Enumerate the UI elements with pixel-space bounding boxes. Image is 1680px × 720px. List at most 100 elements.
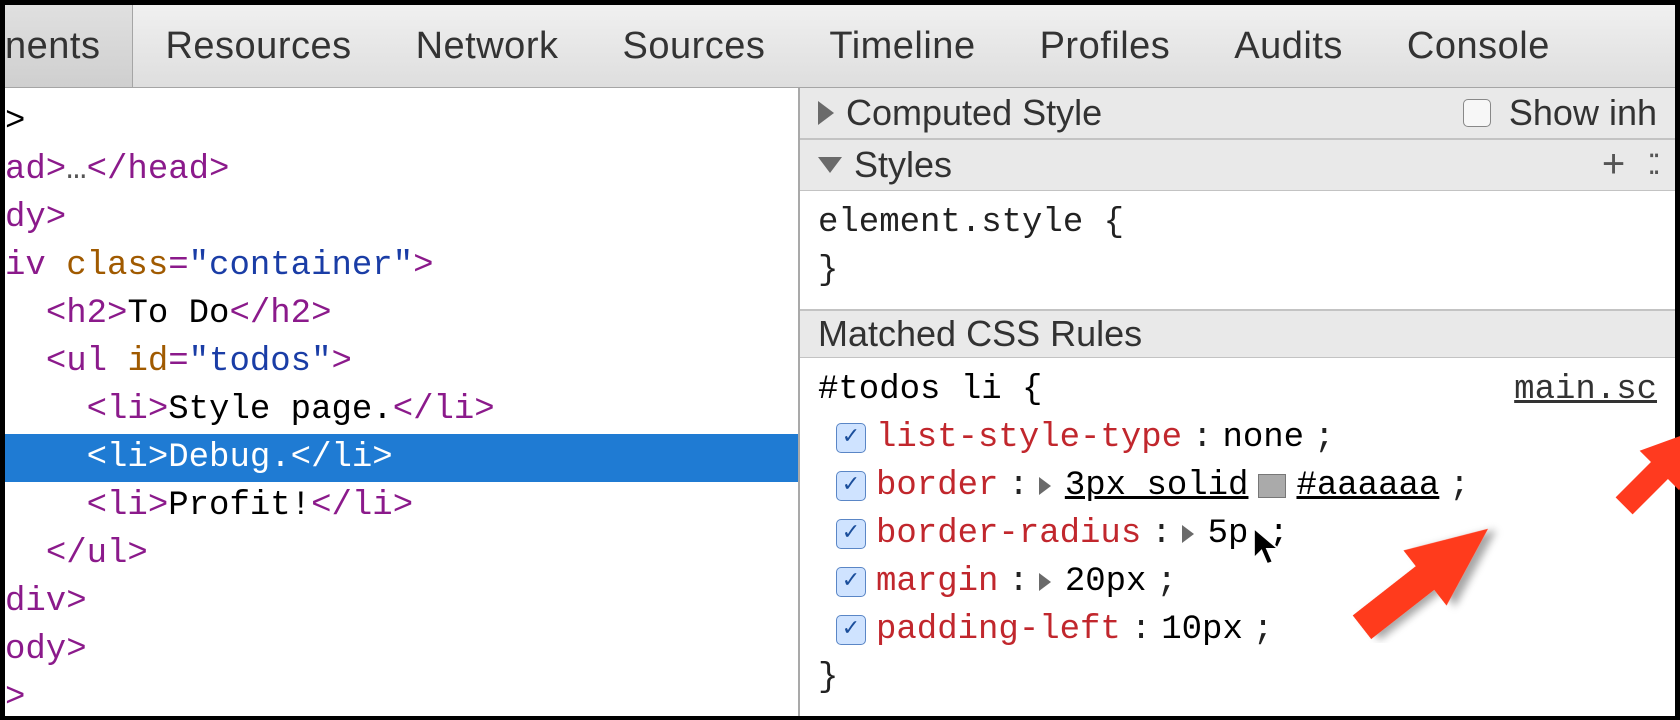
- tab-console[interactable]: Console: [1375, 5, 1582, 87]
- dom-attr-val: "todos": [189, 343, 332, 381]
- element-style-block[interactable]: element.style { }: [800, 191, 1675, 310]
- dom-tag: <h2>: [46, 295, 128, 333]
- tab-nents[interactable]: nents: [5, 5, 133, 87]
- expand-value-icon[interactable]: [1039, 573, 1051, 591]
- tab-resources[interactable]: Resources: [133, 5, 383, 87]
- dom-text: Profit!: [168, 487, 311, 525]
- dom-node[interactable]: div>: [5, 578, 798, 626]
- matched-rules-header: Matched CSS Rules: [800, 310, 1675, 358]
- dom-node[interactable]: iv class="container">: [5, 242, 798, 290]
- computed-style-section-header[interactable]: Computed Style Show inh: [800, 88, 1675, 139]
- dom-node[interactable]: <li>Style page.</li>: [5, 386, 798, 434]
- tab-timeline[interactable]: Timeline: [797, 5, 1007, 87]
- dom-tag: =: [168, 247, 188, 285]
- computed-style-title: Computed Style: [846, 92, 1102, 134]
- disclosure-right-icon[interactable]: [818, 101, 834, 125]
- dom-node[interactable]: <h2>To Do</h2>: [5, 290, 798, 338]
- add-style-button[interactable]: +: [1592, 142, 1635, 187]
- semicolon: ;: [1156, 558, 1176, 606]
- dom-tag: >: [5, 679, 25, 716]
- dom-tag: iv: [5, 247, 66, 285]
- dom-tag: </li>: [291, 439, 393, 477]
- show-inherited-label: Show inh: [1509, 92, 1657, 134]
- css-property-value[interactable]: 3px solid: [1065, 462, 1249, 510]
- rule-selector[interactable]: #todos li {: [818, 366, 1042, 414]
- css-property-name[interactable]: padding-left: [876, 606, 1121, 654]
- css-property-value[interactable]: 20px: [1065, 558, 1147, 606]
- css-property-value[interactable]: #aaaaaa: [1296, 462, 1439, 510]
- dom-tag: >: [331, 343, 351, 381]
- semicolon: ;: [1449, 462, 1469, 510]
- css-property-name[interactable]: list-style-type: [876, 414, 1182, 462]
- tab-sources[interactable]: Sources: [590, 5, 797, 87]
- css-declaration[interactable]: ✓padding-left: 10px;: [818, 606, 1657, 654]
- dom-tag: </li>: [393, 391, 495, 429]
- elements-dom-panel[interactable]: >ad>…</head>dy>iv class="container"> <h2…: [5, 88, 800, 716]
- dom-tag: <li>: [87, 391, 169, 429]
- dom-node[interactable]: >: [5, 98, 798, 146]
- dom-tag: <li>: [87, 487, 169, 525]
- styles-section-header[interactable]: Styles + ⁚⁚: [800, 139, 1675, 191]
- show-inherited-checkbox[interactable]: [1463, 99, 1491, 127]
- css-property-value[interactable]: 10px: [1161, 606, 1243, 654]
- dom-tree[interactable]: >ad>…</head>dy>iv class="container"> <h2…: [5, 88, 798, 716]
- dom-ellip: …: [66, 151, 86, 189]
- css-property-value[interactable]: 5p: [1208, 510, 1249, 558]
- dom-tag: >: [413, 247, 433, 285]
- dom-tag: <li>: [87, 439, 169, 477]
- dom-node[interactable]: <ul id="todos">: [5, 338, 798, 386]
- dom-node[interactable]: <li>Debug.</li>: [5, 434, 798, 482]
- dom-attr-val: "container": [189, 247, 413, 285]
- devtools-toolbar: nentsResourcesNetworkSourcesTimelineProf…: [5, 5, 1675, 88]
- css-property-name[interactable]: margin: [876, 558, 998, 606]
- tab-audits[interactable]: Audits: [1202, 5, 1375, 87]
- dom-text: To Do: [127, 295, 229, 333]
- declaration-enabled-checkbox[interactable]: ✓: [836, 567, 866, 597]
- dom-tag: ody>: [5, 631, 87, 669]
- style-panel-menu-icon[interactable]: ⁚⁚: [1647, 148, 1657, 181]
- dom-node[interactable]: >: [5, 674, 798, 716]
- css-rule-block[interactable]: #todos li { main.sc ✓ list-style-type: no…: [800, 358, 1675, 716]
- element-style-selector: element.style {: [818, 199, 1657, 247]
- css-property-name[interactable]: border-radius: [876, 510, 1141, 558]
- declaration-enabled-checkbox[interactable]: ✓: [836, 423, 866, 453]
- dom-node[interactable]: ad>…</head>: [5, 146, 798, 194]
- dom-node[interactable]: ody>: [5, 626, 798, 674]
- css-declaration[interactable]: ✓list-style-type: none;: [818, 414, 1657, 462]
- tab-profiles[interactable]: Profiles: [1008, 5, 1203, 87]
- expand-value-icon[interactable]: [1039, 477, 1051, 495]
- colon: :: [1008, 462, 1028, 510]
- dom-node[interactable]: dy>: [5, 194, 798, 242]
- color-swatch[interactable]: [1258, 474, 1286, 498]
- dom-tag: </li>: [311, 487, 413, 525]
- dom-node[interactable]: <li>Profit!</li>: [5, 482, 798, 530]
- rule-close-brace: }: [818, 654, 1657, 702]
- dom-tag: </ul>: [46, 535, 148, 573]
- rule-source-link[interactable]: main.sc: [1514, 366, 1657, 414]
- declaration-enabled-checkbox[interactable]: ✓: [836, 519, 866, 549]
- dom-text: Debug.: [168, 439, 290, 477]
- declaration-enabled-checkbox[interactable]: ✓: [836, 615, 866, 645]
- semicolon: ;: [1314, 414, 1334, 462]
- dom-tag: =: [168, 343, 188, 381]
- dom-tag: ad>: [5, 151, 66, 189]
- dom-tag: div>: [5, 583, 87, 621]
- declaration-enabled-checkbox[interactable]: ✓: [836, 471, 866, 501]
- css-property-name[interactable]: border: [876, 462, 998, 510]
- disclosure-down-icon[interactable]: [818, 157, 842, 173]
- semicolon: ;: [1253, 606, 1273, 654]
- css-declaration[interactable]: ✓ border:3px solid #aaaaaa;: [818, 462, 1657, 510]
- dom-tag: dy>: [5, 199, 66, 237]
- css-declaration[interactable]: ✓border-radius:5p;: [818, 510, 1657, 558]
- dom-text: Style page.: [168, 391, 392, 429]
- dom-tag: <ul: [46, 343, 128, 381]
- tab-network[interactable]: Network: [384, 5, 591, 87]
- styles-section-title: Styles: [854, 144, 952, 186]
- expand-value-icon[interactable]: [1182, 525, 1194, 543]
- css-property-value[interactable]: none: [1222, 414, 1304, 462]
- css-declaration[interactable]: ✓margin:20px;: [818, 558, 1657, 606]
- element-style-close: }: [818, 247, 1657, 295]
- dom-tag: </h2>: [229, 295, 331, 333]
- dom-node[interactable]: </ul>: [5, 530, 798, 578]
- dom-attr-name: class: [66, 247, 168, 285]
